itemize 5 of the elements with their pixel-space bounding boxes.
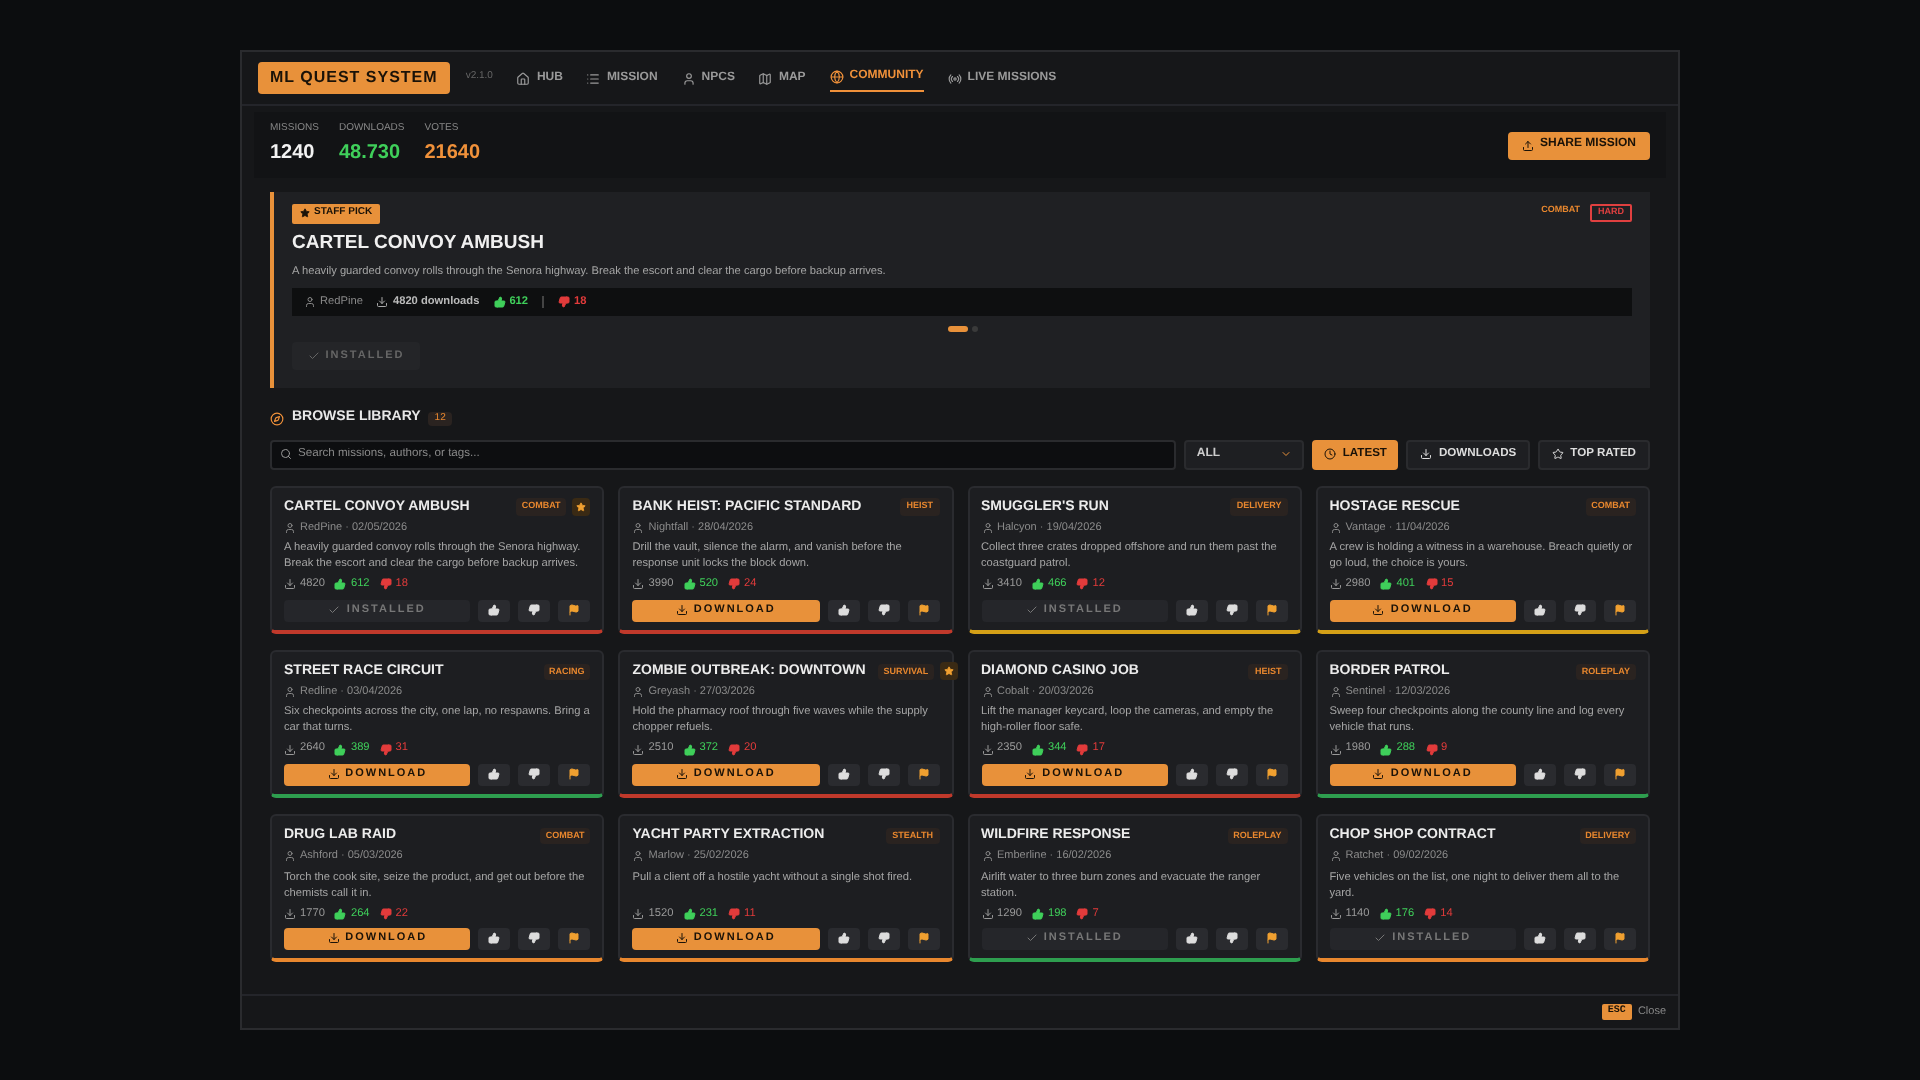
- app-title: ML QUEST SYSTEM: [258, 62, 450, 94]
- featured-title: CARTEL CONVOY AMBUSH: [292, 229, 546, 257]
- stat-value: 21640: [424, 139, 481, 168]
- stat-value: 48.730: [338, 139, 403, 168]
- stat-value: 1240: [270, 139, 317, 168]
